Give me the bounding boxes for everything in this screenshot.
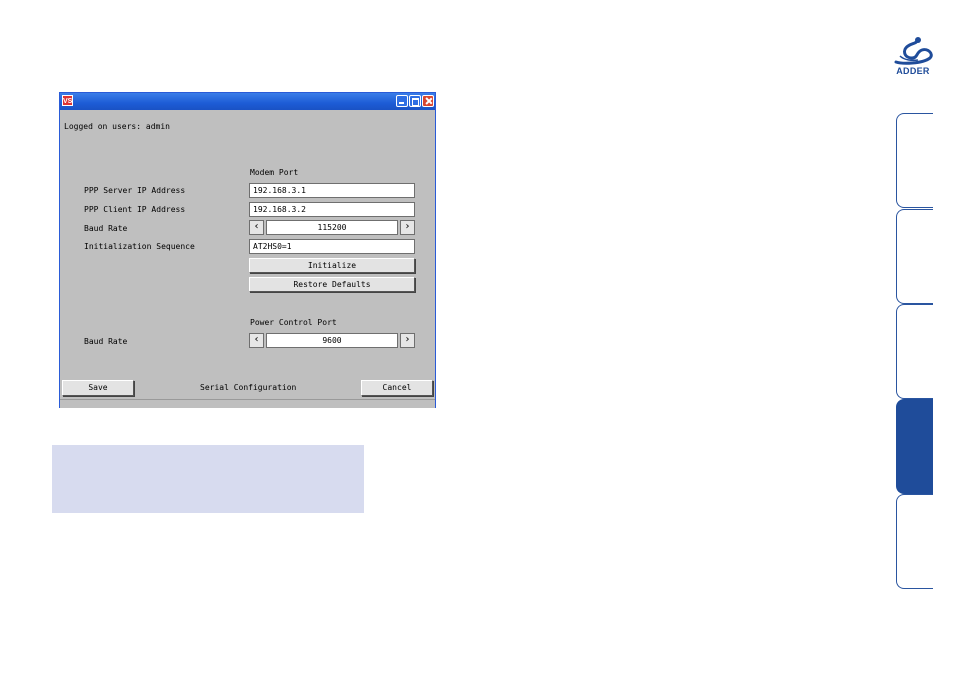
init-sequence-label: Initialization Sequence [84,242,195,251]
save-button[interactable]: Save [62,380,134,396]
power-port-heading: Power Control Port [250,318,337,327]
window-titlebar: VS [60,93,435,110]
modem-baud-left-icon[interactable]: ‹ [249,220,264,235]
note-box [52,445,364,513]
power-baud-left-icon[interactable]: ‹ [249,333,264,348]
ppp-server-label: PPP Server IP Address [84,186,186,195]
side-tab-1[interactable] [896,113,933,208]
window-bottom-edge [60,399,435,408]
side-tab-4-active[interactable] [896,399,933,494]
app-icon: VS [62,95,73,106]
snake-icon [894,37,933,65]
side-tab-3[interactable] [896,304,933,399]
maximize-button[interactable] [409,95,421,107]
restore-defaults-button[interactable]: Restore Defaults [249,277,415,292]
init-sequence-input[interactable]: AT2HS0=1 [249,239,415,254]
power-baud-right-icon[interactable]: › [400,333,415,348]
power-baud-label: Baud Rate [84,337,128,346]
power-baud-spinner: ‹ 9600 › [249,333,415,348]
logo-text: ADDER [896,66,930,76]
adder-logo: ADDER [886,36,940,78]
close-button[interactable] [422,95,434,107]
initialize-button[interactable]: Initialize [249,258,415,273]
modem-port-heading: Modem Port [250,168,299,177]
logged-on-users: Logged on users: admin [64,122,170,131]
ppp-server-input[interactable]: 192.168.3.1 [249,183,415,198]
ppp-client-label: PPP Client IP Address [84,205,186,214]
modem-baud-label: Baud Rate [84,224,128,233]
cancel-button[interactable]: Cancel [361,380,433,396]
minimize-button[interactable] [396,95,408,107]
modem-baud-spinner: ‹ 115200 › [249,220,415,235]
side-tab-2[interactable] [896,209,933,304]
power-baud-value: 9600 [266,333,398,348]
window-footer-title: Serial Configuration [200,383,297,392]
modem-baud-value: 115200 [266,220,398,235]
side-tab-5[interactable] [896,494,933,589]
serial-config-window: VS Logged on users: admin Modem Port PPP… [59,92,436,408]
modem-baud-right-icon[interactable]: › [400,220,415,235]
ppp-client-input[interactable]: 192.168.3.2 [249,202,415,217]
